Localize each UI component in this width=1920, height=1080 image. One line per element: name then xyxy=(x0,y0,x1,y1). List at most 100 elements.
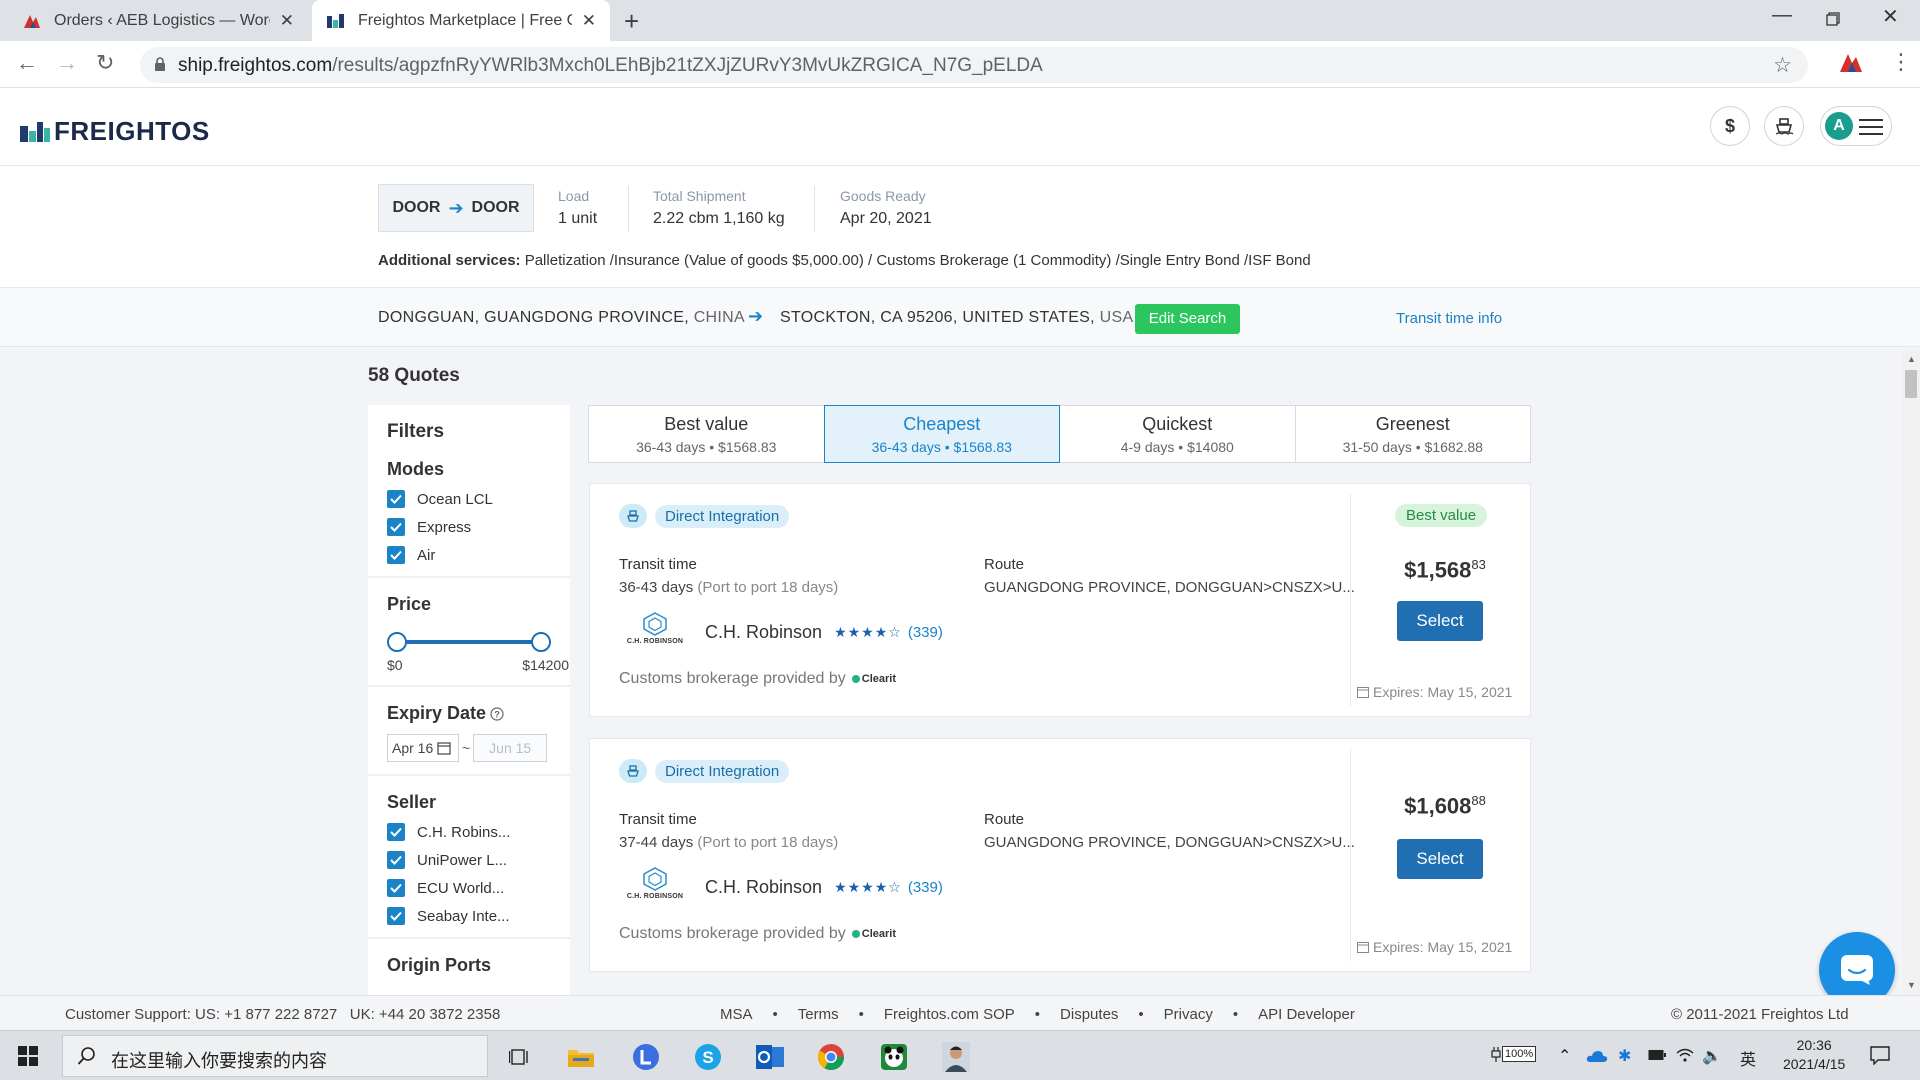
footer-link-disputes[interactable]: Disputes xyxy=(1060,1006,1118,1023)
footer-link-api[interactable]: API Developer xyxy=(1258,1006,1355,1023)
new-tab-icon[interactable]: + xyxy=(624,6,639,37)
sort-tab-quickest[interactable]: Quickest 4-9 days • $14080 xyxy=(1059,405,1296,463)
slider-max-handle[interactable] xyxy=(531,632,551,652)
help-icon[interactable]: ? xyxy=(490,706,504,721)
close-window-icon[interactable]: ✕ xyxy=(1882,4,1899,29)
url-bar[interactable]: ship.freightos.com/results/agpzfnRyYWRlb… xyxy=(140,47,1808,83)
browser-tab-orders[interactable]: Orders ‹ AEB Logistics — WordPress ✕ xyxy=(8,0,308,41)
seller-checkbox[interactable]: UniPower L... xyxy=(387,851,551,869)
sort-tab-greenest[interactable]: Greenest 31-50 days • $1682.88 xyxy=(1294,405,1531,463)
expiry-date-range: Apr 16 ~ Jun 15 xyxy=(387,734,551,762)
select-quote-button[interactable]: Select xyxy=(1397,601,1483,641)
user-photo-app-icon[interactable] xyxy=(936,1037,976,1077)
skype-icon[interactable]: S xyxy=(688,1037,728,1077)
reload-icon[interactable]: ↻ xyxy=(96,50,114,76)
account-menu-button[interactable]: A xyxy=(1820,106,1892,146)
calendar-icon xyxy=(437,742,451,755)
browser-tab-freightos[interactable]: Freightos Marketplace | Free Online Frei… xyxy=(312,0,610,41)
scroll-down-icon[interactable]: ▼ xyxy=(1907,980,1916,990)
footer-link-sop[interactable]: Freightos.com SOP xyxy=(884,1006,1015,1023)
customer-support-info: Customer Support: US: +1 877 222 8727 UK… xyxy=(65,1006,501,1023)
onedrive-icon[interactable] xyxy=(1586,1049,1608,1063)
sort-tab-cheapest[interactable]: Cheapest 36-43 days • $1568.83 xyxy=(823,405,1060,463)
page-scrollbar[interactable]: ▲ ▼ xyxy=(1902,350,1920,995)
quote-price: $1,56883 xyxy=(1404,557,1486,583)
expiry-from-input[interactable]: Apr 16 xyxy=(387,734,459,762)
route-bar: DONGGUAN, GUANGDONG PROVINCE, CHINA ➔ ST… xyxy=(0,287,1920,347)
bluetooth-icon[interactable]: ✱ xyxy=(1618,1046,1631,1066)
reviews-link[interactable]: (339) xyxy=(908,624,943,641)
footer-link-privacy[interactable]: Privacy xyxy=(1164,1006,1213,1023)
system-clock[interactable]: 20:36 2021/4/15 xyxy=(1783,1036,1845,1074)
reviews-link[interactable]: (339) xyxy=(908,879,943,896)
calendar-icon xyxy=(1357,687,1369,698)
plug-icon xyxy=(1491,1047,1501,1062)
freightos-logo[interactable]: FREIGHTOS xyxy=(20,116,210,147)
slider-track xyxy=(395,640,543,644)
panda-app-icon[interactable] xyxy=(874,1037,914,1077)
volume-icon[interactable]: 🔈 xyxy=(1702,1046,1722,1066)
notification-center-icon[interactable] xyxy=(1870,1045,1890,1065)
mode-checkbox-express[interactable]: Express xyxy=(387,518,551,536)
browser-address-bar: ← → ↻ ship.freightos.com/results/agpzfnR… xyxy=(0,41,1920,88)
origin-ports-filter: Origin Ports xyxy=(368,939,570,988)
input-method-indicator[interactable]: 英 xyxy=(1740,1046,1756,1070)
transit-time-info-link[interactable]: Transit time info xyxy=(1396,310,1502,327)
file-explorer-icon[interactable] xyxy=(561,1037,601,1077)
seller-checkbox[interactable]: C.H. Robins... xyxy=(387,823,551,841)
seller-checkbox[interactable]: Seabay Inte... xyxy=(387,907,551,925)
avatar: A xyxy=(1825,112,1853,140)
checkbox-checked-icon xyxy=(387,518,405,536)
currency-button[interactable]: $ xyxy=(1710,106,1750,146)
divider xyxy=(1350,749,1351,961)
mode-checkbox-ocean-lcl[interactable]: Ocean LCL xyxy=(387,490,551,508)
mode-checkbox-air[interactable]: Air xyxy=(387,546,551,564)
forward-icon[interactable]: → xyxy=(56,50,78,76)
modes-title: Modes xyxy=(387,459,445,479)
sort-tab-best-value[interactable]: Best value 36-43 days • $1568.83 xyxy=(588,405,825,463)
footer-link-terms[interactable]: Terms xyxy=(798,1006,839,1023)
slider-min-handle[interactable] xyxy=(387,632,407,652)
wifi-icon[interactable] xyxy=(1676,1047,1694,1063)
customs-brokerage-note: Customs brokerage provided by Clearit xyxy=(619,925,897,942)
expiry-title: Expiry Date ? xyxy=(387,703,551,724)
restore-window-icon[interactable] xyxy=(1826,12,1840,26)
edit-search-button[interactable]: Edit Search xyxy=(1135,304,1240,334)
chevron-up-icon[interactable]: ⌃ xyxy=(1558,1046,1571,1066)
scroll-up-icon[interactable]: ▲ xyxy=(1907,354,1916,364)
taskbar-search-box[interactable]: 在这里输入你要搜索的内容 xyxy=(62,1035,488,1077)
close-tab-icon[interactable]: ✕ xyxy=(582,11,596,31)
footer-link-msa[interactable]: MSA xyxy=(720,1006,753,1023)
back-icon[interactable]: ← xyxy=(16,50,38,76)
app-l-icon[interactable] xyxy=(626,1037,666,1077)
route-info: Route GUANGDONG PROVINCE, DONGGUAN>CNSZX… xyxy=(984,811,1355,851)
svg-text:?: ? xyxy=(494,709,500,719)
expiry-to-input[interactable]: Jun 15 xyxy=(473,734,548,762)
select-quote-button[interactable]: Select xyxy=(1397,839,1483,879)
ship-button[interactable] xyxy=(1764,106,1804,146)
browser-menu-icon[interactable]: ⋮ xyxy=(1890,49,1912,75)
close-tab-icon[interactable]: ✕ xyxy=(280,11,294,31)
scroll-thumb[interactable] xyxy=(1905,370,1917,398)
bookmark-star-icon[interactable]: ☆ xyxy=(1773,53,1792,78)
checkbox-checked-icon xyxy=(387,851,405,869)
carrier-info: C.H. ROBINSON C.H. Robinson ★★★★☆ (339) xyxy=(625,612,943,652)
divider xyxy=(628,186,629,232)
clearit-logo: Clearit xyxy=(851,928,896,940)
ch-robinson-logo: C.H. ROBINSON xyxy=(625,612,685,652)
task-view-icon[interactable] xyxy=(500,1037,540,1077)
ch-robinson-logo: C.H. ROBINSON xyxy=(625,867,685,907)
minimize-window-icon[interactable]: — xyxy=(1772,4,1792,27)
checkbox-checked-icon xyxy=(387,907,405,925)
battery-icon[interactable] xyxy=(1648,1049,1666,1061)
outlook-icon[interactable] xyxy=(750,1037,790,1077)
chrome-icon[interactable] xyxy=(811,1037,851,1077)
price-slider[interactable] xyxy=(387,631,551,655)
windows-taskbar: 在这里输入你要搜索的内容 S 100% ⌃ ✱ 🔈 英 20:36 2021/4… xyxy=(0,1030,1920,1080)
battery-indicator[interactable]: 100% xyxy=(1490,1046,1537,1062)
windows-start-icon[interactable] xyxy=(18,1046,38,1066)
checkbox-checked-icon xyxy=(387,546,405,564)
seller-checkbox[interactable]: ECU World... xyxy=(387,879,551,897)
quote-expiry: Expires: May 15, 2021 xyxy=(1357,684,1512,700)
extension-icon[interactable] xyxy=(1838,50,1864,74)
